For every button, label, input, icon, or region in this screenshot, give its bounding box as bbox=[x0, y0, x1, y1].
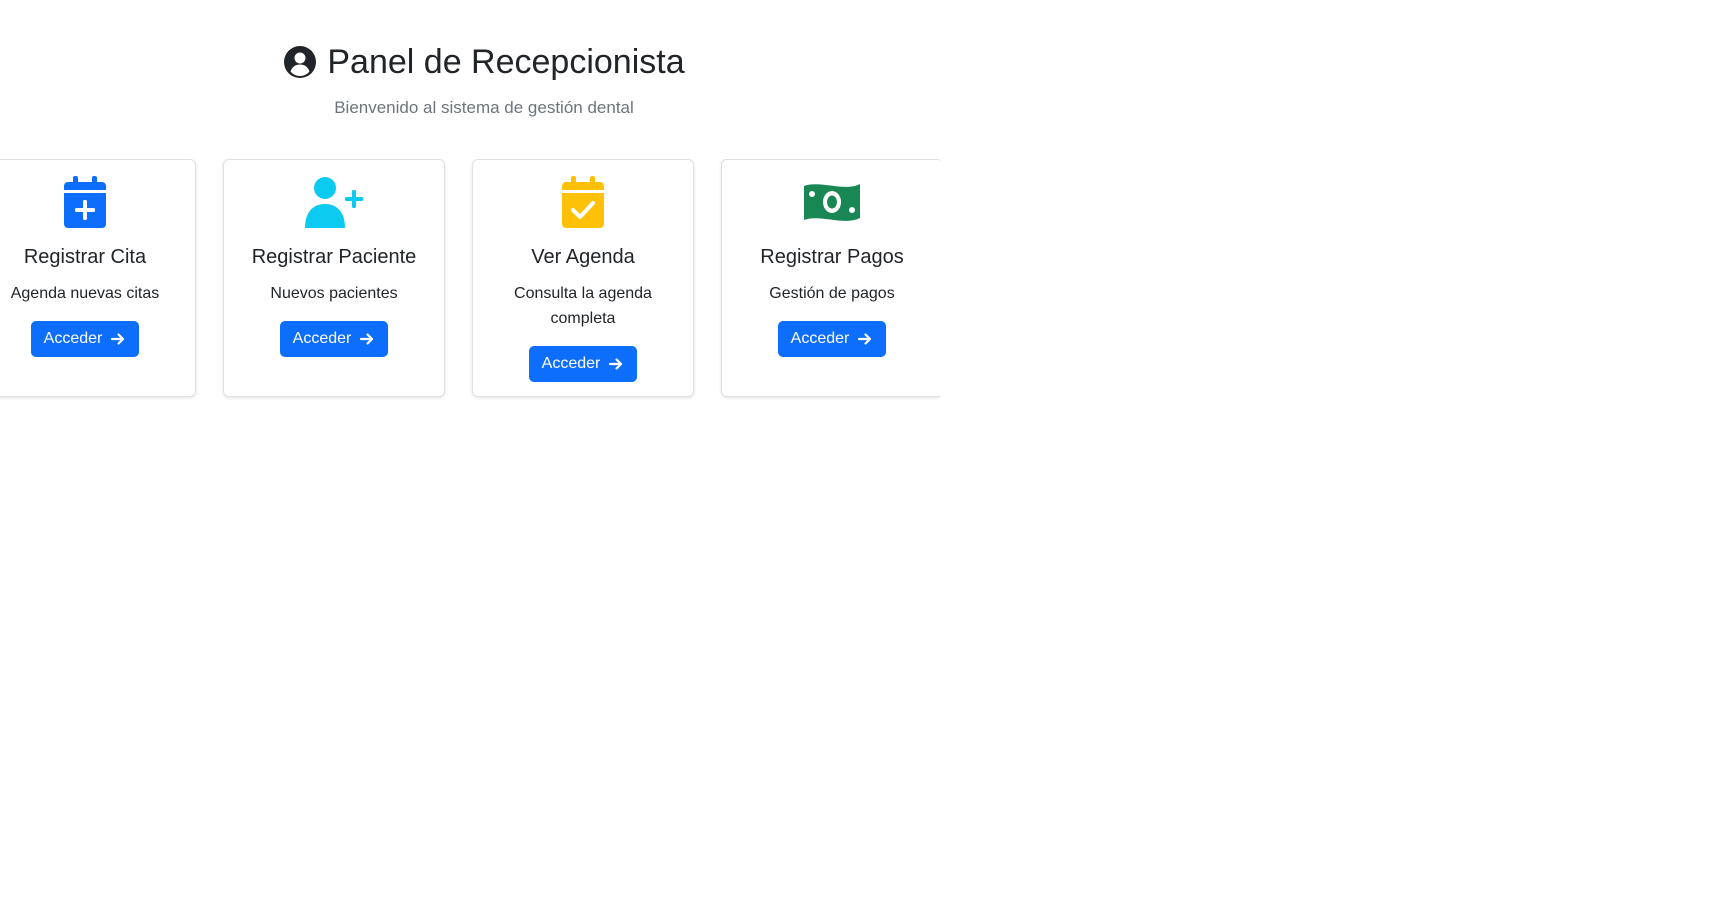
card-description: Consulta la agenda completa bbox=[514, 285, 652, 327]
arrow-right-icon bbox=[360, 333, 374, 345]
money-bill-icon bbox=[804, 184, 860, 221]
title-row: Panel de Recepcionista bbox=[283, 42, 685, 83]
user-plus-icon bbox=[305, 177, 363, 228]
card-title: Ver Agenda bbox=[531, 246, 635, 268]
arrow-right-icon bbox=[609, 358, 623, 370]
card-registrar-paciente: Registrar Paciente Nuevos pacientes Acce… bbox=[223, 159, 445, 397]
card-ver-agenda: Ver Agenda Consulta la agenda completa A… bbox=[472, 159, 694, 397]
button-label: Acceder bbox=[541, 355, 601, 372]
user-circle-icon bbox=[284, 46, 317, 79]
calendar-check-icon bbox=[562, 176, 604, 228]
card-description: Nuevos pacientes bbox=[270, 285, 398, 302]
acceder-button-registrar-cita[interactable]: Acceder bbox=[30, 321, 140, 357]
card-description: Agenda nuevas citas bbox=[10, 285, 160, 302]
card-title: Registrar Paciente bbox=[251, 246, 417, 268]
button-label: Acceder bbox=[43, 330, 103, 347]
card-registrar-pagos: Registrar Pagos Gestión de pagos Acceder bbox=[721, 159, 940, 397]
page-title: Panel de Recepcionista bbox=[327, 43, 685, 81]
card-title: Registrar Pagos bbox=[760, 246, 904, 268]
acceder-button-ver-agenda[interactable]: Acceder bbox=[528, 346, 638, 382]
card-title: Registrar Cita bbox=[23, 246, 147, 268]
receptionist-dashboard: Panel de Recepcionista Bienvenido al sis… bbox=[0, 0, 1736, 904]
calendar-plus-icon bbox=[64, 176, 106, 228]
acceder-button-registrar-pagos[interactable]: Acceder bbox=[777, 321, 887, 357]
card-registrar-cita: Registrar Cita Agenda nuevas citas Acced… bbox=[0, 159, 196, 397]
page-header: Panel de Recepcionista Bienvenido al sis… bbox=[0, 42, 968, 118]
action-cards: Registrar Cita Agenda nuevas citas Acced… bbox=[0, 159, 940, 401]
card-description: Gestión de pagos bbox=[769, 285, 895, 302]
arrow-right-icon bbox=[111, 333, 125, 345]
page-subtitle: Bienvenido al sistema de gestión dental bbox=[334, 98, 634, 118]
button-label: Acceder bbox=[790, 330, 850, 347]
arrow-right-icon bbox=[858, 333, 872, 345]
acceder-button-registrar-paciente[interactable]: Acceder bbox=[279, 321, 389, 357]
button-label: Acceder bbox=[292, 330, 352, 347]
